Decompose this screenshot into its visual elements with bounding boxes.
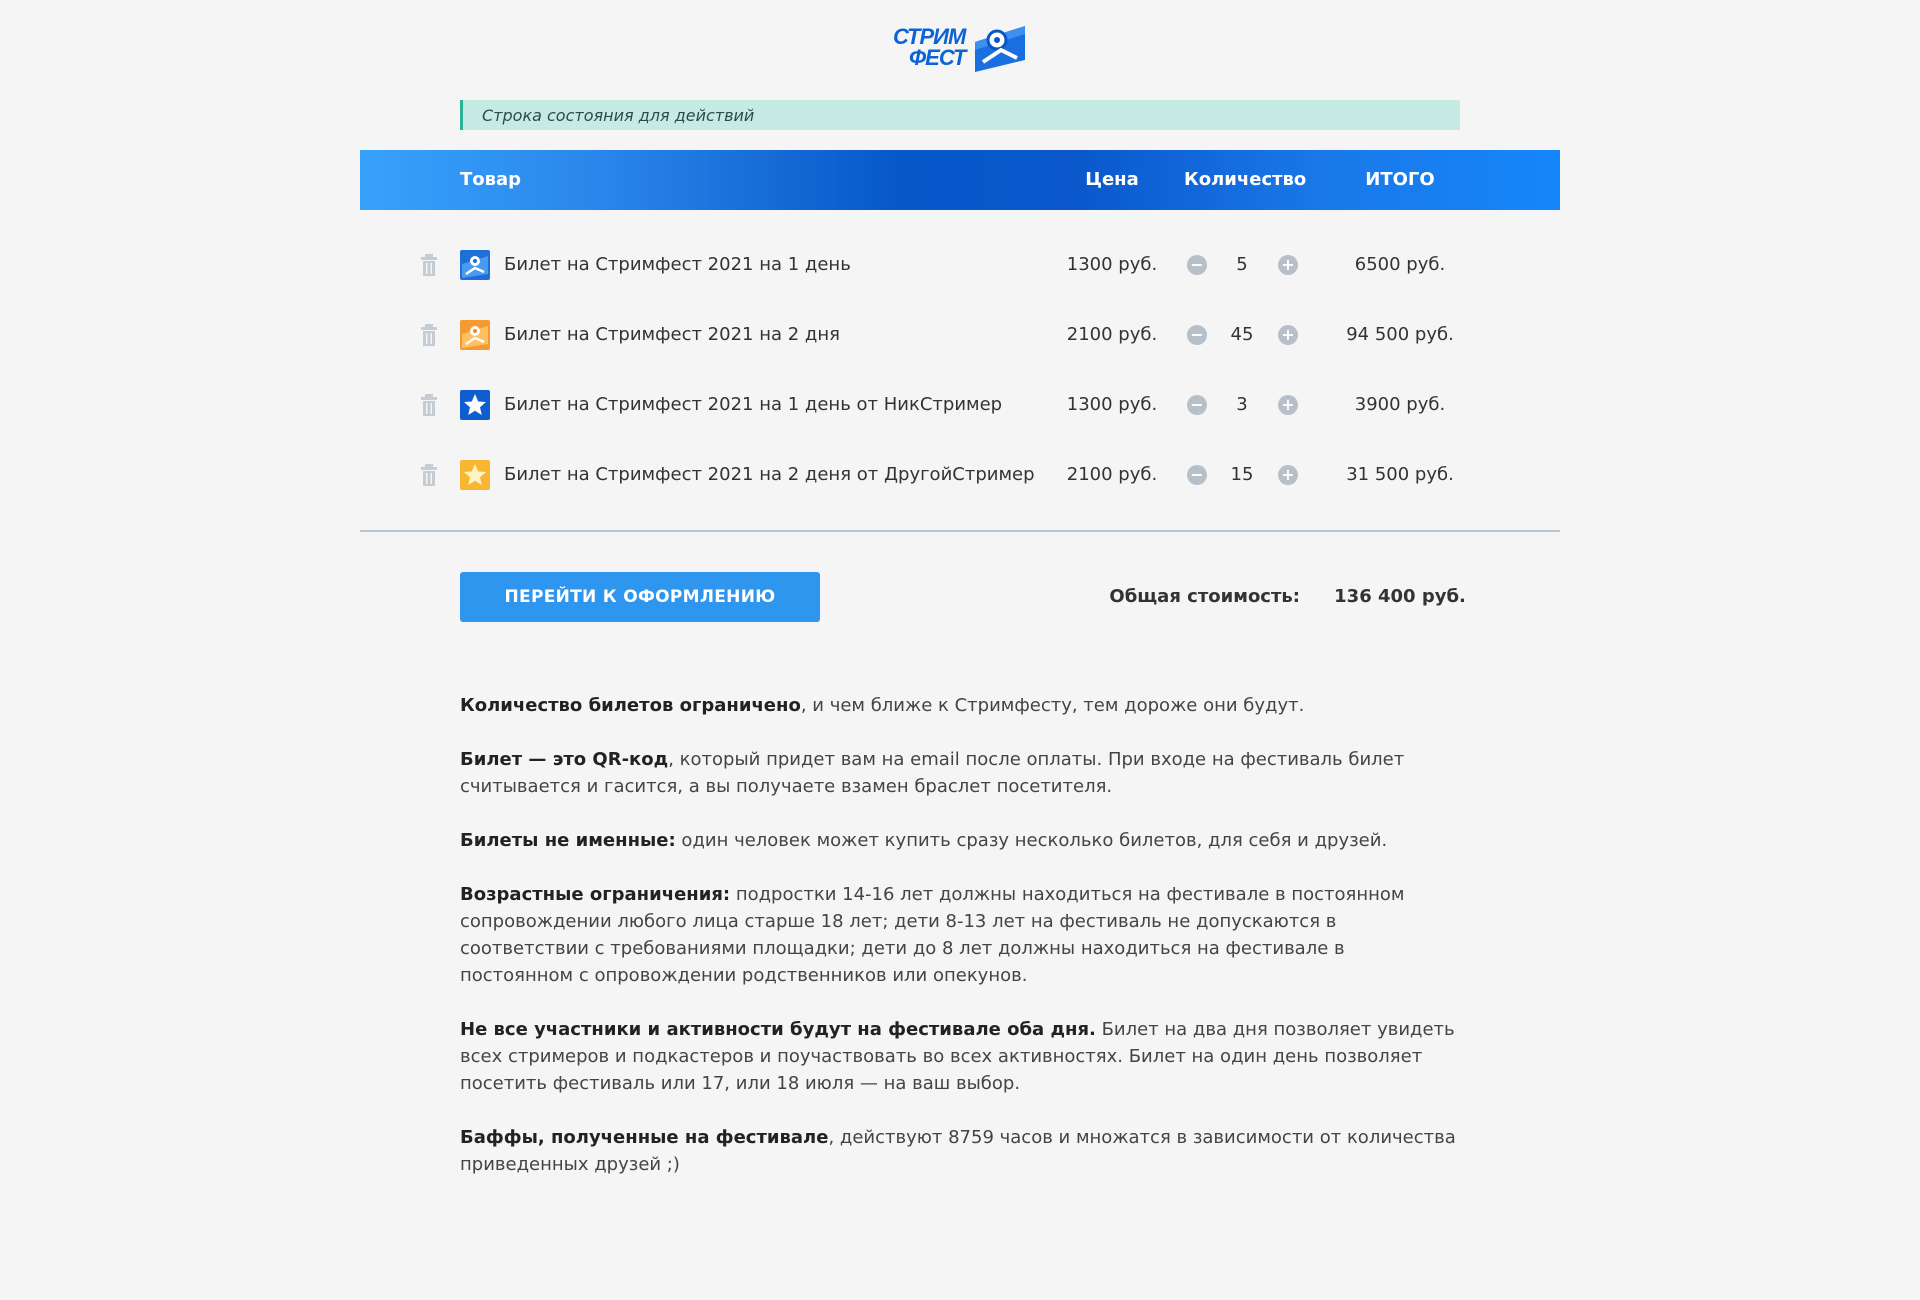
quantity-value: 45 — [1230, 324, 1254, 345]
note-bold: Не все участники и активности будут на ф… — [460, 1019, 1096, 1040]
note-paragraph: Билеты не именные: один человек может ку… — [460, 827, 1460, 854]
note-bold: Билеты не именные: — [460, 830, 676, 851]
cart-page: СТРИМ ФЕСТ Строка состояния для действий… — [0, 0, 1920, 1300]
product-name: Билет на Стримфест 2021 на 2 дня — [504, 324, 840, 345]
note-bold: Количество билетов ограничено — [460, 695, 801, 716]
logo-line-1: СТРИМ — [893, 24, 966, 49]
ticket-notes: Количество билетов ограничено, и чем бли… — [460, 692, 1460, 1205]
divider — [360, 530, 1560, 532]
logo-mark-icon — [975, 26, 1025, 72]
logo-line-2: ФЕСТ — [909, 45, 966, 70]
total-cost-value: 136 400 руб. — [1334, 586, 1466, 607]
status-bar: Строка состояния для действий — [460, 100, 1460, 130]
cart-table-header: Товар Цена Количество ИТОГО — [360, 150, 1560, 210]
row-total: 3900 руб. — [1354, 394, 1446, 415]
minus-circle-icon[interactable]: − — [1187, 465, 1207, 485]
row-total: 6500 руб. — [1354, 254, 1446, 275]
cart-row: Билет на Стримфест 2021 на 2 дня 2100 ру… — [360, 315, 1560, 355]
plus-circle-icon[interactable]: + — [1278, 395, 1298, 415]
yellow-star-icon — [460, 460, 490, 490]
total-cost-label: Общая стоимость: — [1109, 586, 1300, 607]
minus-circle-icon[interactable]: − — [1187, 255, 1207, 275]
note-paragraph: Не все участники и активности будут на ф… — [460, 1016, 1460, 1097]
product-name: Билет на Стримфест 2021 на 1 день от Ник… — [504, 394, 1003, 415]
status-text: Строка состояния для действий — [482, 105, 755, 125]
plus-circle-icon[interactable]: + — [1278, 325, 1298, 345]
cart-row: Билет на Стримфест 2021 на 2 деня от Дру… — [360, 455, 1560, 495]
trash-icon[interactable] — [420, 464, 438, 486]
cart-row: Билет на Стримфест 2021 на 1 день 1300 р… — [360, 245, 1560, 285]
note-paragraph: Баффы, полученные на фестивале, действую… — [460, 1124, 1460, 1178]
note-bold: Баффы, полученные на фестивале — [460, 1127, 829, 1148]
note-text: один человек может купить сразу нескольк… — [675, 830, 1388, 851]
header-price: Цена — [1085, 169, 1139, 190]
note-text: , и чем ближе к Стримфесту, тем дороже о… — [800, 695, 1305, 716]
product-name: Билет на Стримфест 2021 на 1 день — [504, 254, 851, 275]
product-price: 1300 руб. — [1066, 394, 1158, 415]
logo-text: СТРИМ ФЕСТ — [893, 24, 973, 70]
note-bold: Возрастные ограничения: — [460, 884, 731, 905]
product-price: 2100 руб. — [1066, 324, 1158, 345]
blue-star-icon — [460, 390, 490, 420]
note-paragraph: Возрастные ограничения: подростки 14-16 … — [460, 881, 1460, 989]
trash-icon[interactable] — [420, 254, 438, 276]
plus-circle-icon[interactable]: + — [1278, 465, 1298, 485]
orange-logo-ticket-icon — [460, 320, 490, 350]
trash-icon[interactable] — [420, 394, 438, 416]
cart-row: Билет на Стримфест 2021 на 1 день от Ник… — [360, 385, 1560, 425]
note-paragraph: Билет — это QR-код, который придет вам н… — [460, 746, 1460, 800]
note-bold: Билет — это QR-код — [460, 749, 669, 770]
quantity-value: 3 — [1236, 394, 1248, 415]
streamfest-logo[interactable]: СТРИМ ФЕСТ — [893, 22, 1027, 74]
trash-icon[interactable] — [420, 324, 438, 346]
row-total: 94 500 руб. — [1346, 324, 1454, 345]
product-price: 2100 руб. — [1066, 464, 1158, 485]
quantity-value: 15 — [1230, 464, 1254, 485]
minus-circle-icon[interactable]: − — [1187, 395, 1207, 415]
quantity-value: 5 — [1236, 254, 1248, 275]
row-total: 31 500 руб. — [1346, 464, 1454, 485]
blue-logo-ticket-icon — [460, 250, 490, 280]
note-paragraph: Количество билетов ограничено, и чем бли… — [460, 692, 1460, 719]
product-name: Билет на Стримфест 2021 на 2 деня от Дру… — [504, 464, 1035, 485]
product-price: 1300 руб. — [1066, 254, 1158, 275]
header-quantity: Количество — [1184, 169, 1307, 190]
header-product: Товар — [460, 169, 522, 190]
minus-circle-icon[interactable]: − — [1187, 325, 1207, 345]
header-total: ИТОГО — [1365, 169, 1435, 190]
plus-circle-icon[interactable]: + — [1278, 255, 1298, 275]
checkout-button[interactable]: ПЕРЕЙТИ К ОФОРМЛЕНИЮ — [460, 572, 820, 622]
